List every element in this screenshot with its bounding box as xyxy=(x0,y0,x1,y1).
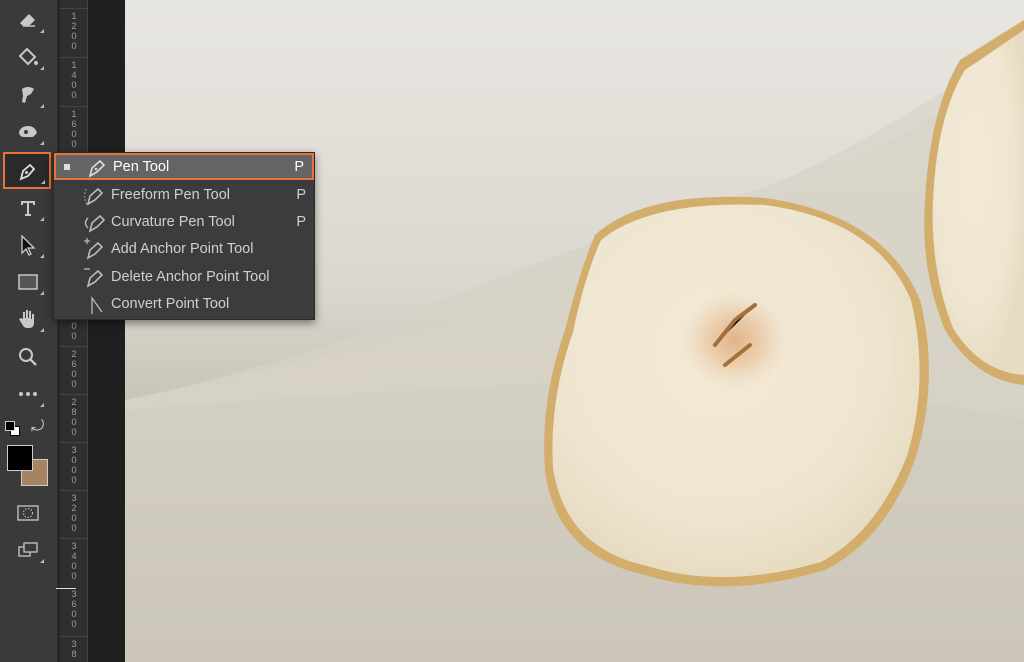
ruler-tick xyxy=(60,442,88,443)
menu-item-shortcut: P xyxy=(296,186,306,203)
screen-mode-button[interactable] xyxy=(8,534,48,566)
eraser-tool[interactable] xyxy=(8,4,48,36)
screen-mode-icon xyxy=(18,542,38,557)
vertical-ruler[interactable]: 0 1200 1400 1600 1800 2000 2200 2400 260… xyxy=(56,0,88,662)
menu-item-pen-tool[interactable]: Pen Tool P xyxy=(54,153,314,180)
magnifier-icon xyxy=(19,348,37,366)
paint-bucket-icon xyxy=(18,47,38,66)
zoom-tool[interactable] xyxy=(8,341,48,373)
ruler-label: 2600 xyxy=(71,349,77,390)
hand-icon xyxy=(19,310,34,328)
ruler-tick xyxy=(60,57,88,58)
menu-item-label: Curvature Pen Tool xyxy=(111,213,235,230)
quick-mask-button[interactable] xyxy=(8,497,48,529)
menu-item-label: Freeform Pen Tool xyxy=(111,186,231,203)
path-selection-tool[interactable] xyxy=(8,229,48,261)
quick-mask-icon xyxy=(17,505,39,521)
ruler-label: 2800 xyxy=(71,397,77,438)
default-colors-icon[interactable] xyxy=(5,421,21,437)
ruler-label: 1600 xyxy=(71,109,77,150)
menu-item-shortcut: P xyxy=(294,158,304,175)
menu-item-label: Convert Point Tool xyxy=(111,295,230,312)
menu-item-label: Add Anchor Point Tool xyxy=(111,240,254,257)
canvas-pasteboard xyxy=(88,0,125,662)
more-icon xyxy=(19,392,37,396)
ruler-tick xyxy=(60,8,88,9)
ruler-tick xyxy=(60,636,88,637)
menu-item-label: Pen Tool xyxy=(113,158,170,175)
ruler-tick xyxy=(60,490,88,491)
menu-item-label: Delete Anchor Point Tool xyxy=(111,268,270,285)
ruler-tick xyxy=(60,346,88,347)
ruler-label: 3000 xyxy=(71,445,77,486)
ruler-label: 38 xyxy=(71,639,77,660)
ruler-label: 0 xyxy=(70,0,78,2)
ruler-label: 1400 xyxy=(71,60,77,101)
selected-bullet-icon xyxy=(64,163,70,170)
pen-tool[interactable] xyxy=(3,152,51,189)
type-icon xyxy=(21,201,35,216)
burn-icon xyxy=(19,126,37,137)
ruler-tick xyxy=(60,394,88,395)
arrow-cursor-icon xyxy=(21,234,36,256)
rectangle-tool[interactable] xyxy=(8,266,48,298)
pen-icon xyxy=(88,159,106,178)
menu-item-delete-anchor-point-tool[interactable]: Delete Anchor Point Tool xyxy=(54,263,314,290)
pen-icon xyxy=(19,163,36,181)
paint-bucket-tool[interactable] xyxy=(8,41,48,73)
curvature-pen-icon xyxy=(84,214,106,233)
edit-toolbar-button[interactable] xyxy=(8,378,48,410)
freeform-pen-icon xyxy=(84,187,104,206)
menu-item-freeform-pen-tool[interactable]: Freeform Pen Tool P xyxy=(54,181,314,208)
add-anchor-icon xyxy=(84,237,104,260)
ruler-label: 3200 xyxy=(71,493,77,534)
burn-tool[interactable] xyxy=(8,116,48,148)
type-tool[interactable] xyxy=(8,192,48,224)
smudge-icon xyxy=(22,87,34,103)
menu-item-curvature-pen-tool[interactable]: Curvature Pen Tool P xyxy=(54,208,314,235)
ruler-label: 1200 xyxy=(71,11,77,52)
smudge-tool[interactable] xyxy=(8,79,48,111)
menu-item-shortcut: P xyxy=(296,213,306,230)
delete-anchor-icon xyxy=(84,267,104,288)
hand-tool[interactable] xyxy=(8,303,48,335)
foreground-color-swatch[interactable] xyxy=(7,445,33,471)
eraser-icon xyxy=(20,14,35,27)
menu-item-convert-point-tool[interactable]: Convert Point Tool xyxy=(54,290,314,317)
pen-tool-flyout-menu: Pen Tool P Freeform Pen Tool P Curvature… xyxy=(53,152,315,320)
rectangle-icon xyxy=(18,274,38,290)
swap-colors-icon[interactable]: ⤾ xyxy=(31,418,44,436)
toolbar: ⤾ xyxy=(0,0,58,662)
menu-item-add-anchor-point-tool[interactable]: Add Anchor Point Tool xyxy=(54,235,314,262)
ruler-tick xyxy=(60,538,88,539)
ruler-label: 3400 xyxy=(71,541,77,582)
convert-point-icon xyxy=(91,295,103,314)
ruler-label: 3600 xyxy=(71,589,77,630)
pear-photo xyxy=(125,0,1024,662)
ruler-tick xyxy=(60,106,88,107)
document-canvas[interactable] xyxy=(125,0,1024,662)
